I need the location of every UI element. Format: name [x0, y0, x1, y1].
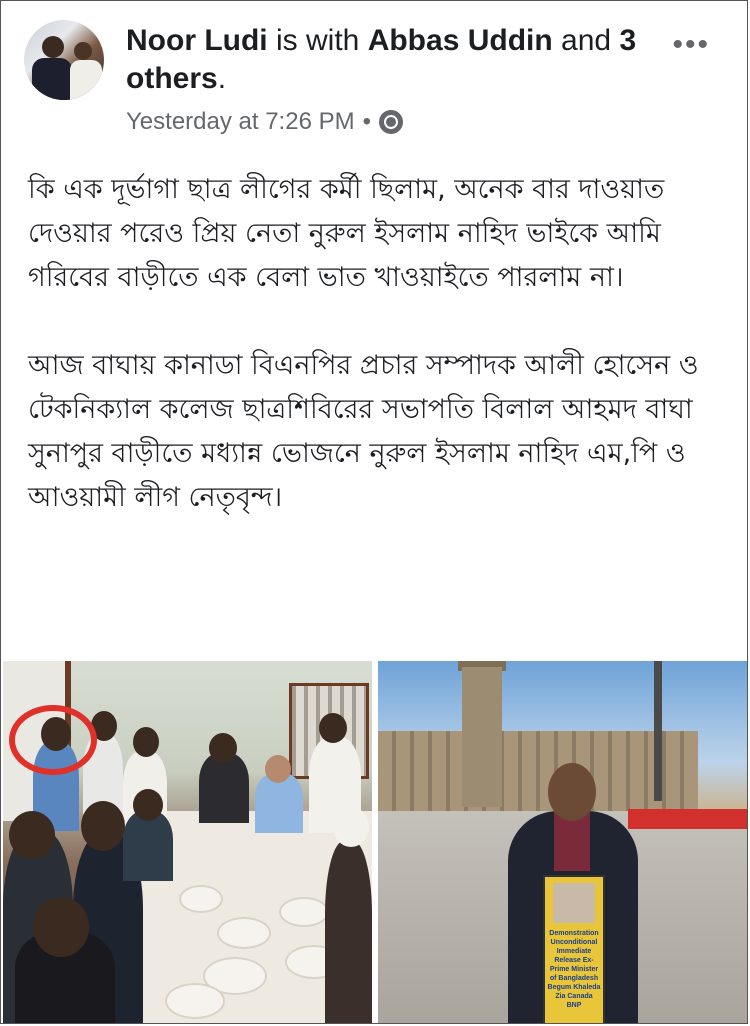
- timestamp-link[interactable]: Yesterday at 7:26 PM: [126, 108, 355, 136]
- sign-text: Demonstration Unconditional Immediate Re…: [547, 930, 601, 1009]
- photo-fence: [628, 809, 747, 829]
- photo-protest[interactable]: Demonstration Unconditional Immediate Re…: [378, 661, 747, 1023]
- photo-head: [33, 897, 89, 957]
- post-header: Noor Ludi is with Abbas Uddin and 3 othe…: [24, 18, 724, 138]
- more-options-icon[interactable]: •••: [672, 28, 710, 62]
- photo-plate: [179, 885, 223, 913]
- photo-head: [209, 733, 237, 763]
- post-body: কি এক দূর্ভাগা ছাত্র লীগের কর্মী ছিলাম, …: [28, 168, 728, 564]
- post-paragraph-1: কি এক দূর্ভাগা ছাত্র লীগের কর্মী ছিলাম, …: [28, 174, 665, 293]
- sign-portrait: [553, 883, 595, 923]
- photo-parliament-building: [378, 731, 698, 811]
- photo-head: [319, 713, 347, 743]
- photo-dinner[interactable]: [3, 661, 372, 1023]
- post-title: Noor Ludi is with Abbas Uddin and 3 othe…: [126, 22, 646, 98]
- photo-head: [133, 789, 163, 821]
- post-meta: Yesterday at 7:26 PM •: [126, 108, 403, 136]
- with-text: is with: [275, 24, 360, 57]
- post-photos: Demonstration Unconditional Immediate Re…: [3, 661, 747, 1023]
- photo-plate: [165, 983, 225, 1019]
- highlight-circle: [9, 705, 97, 775]
- photo-person: [199, 753, 249, 823]
- photo-head: [81, 801, 125, 851]
- photo-person: [325, 841, 372, 1023]
- photo-head: [133, 727, 159, 757]
- post-paragraph-2: আজ বাঘায় কানাডা বিএনপির প্রচার সম্পাদক …: [28, 350, 699, 513]
- tagged-person-link[interactable]: Abbas Uddin: [368, 24, 553, 57]
- globe-icon[interactable]: [379, 110, 403, 134]
- and-text: and: [561, 24, 612, 57]
- author-name-link[interactable]: Noor Ludi: [126, 24, 268, 57]
- protest-sign: Demonstration Unconditional Immediate Re…: [543, 875, 605, 1023]
- photo-person: [123, 811, 173, 881]
- photo-plate: [279, 897, 329, 927]
- author-avatar[interactable]: [24, 20, 104, 100]
- photo-head: [9, 811, 55, 859]
- title-period: .: [217, 62, 227, 95]
- photo-tower: [462, 667, 502, 807]
- photo-head: [265, 755, 291, 783]
- photo-head: [333, 807, 369, 847]
- photo-plate: [217, 917, 271, 949]
- photo-crane: [654, 661, 662, 801]
- meta-separator: •: [362, 108, 371, 135]
- photo-man-head: [548, 763, 596, 821]
